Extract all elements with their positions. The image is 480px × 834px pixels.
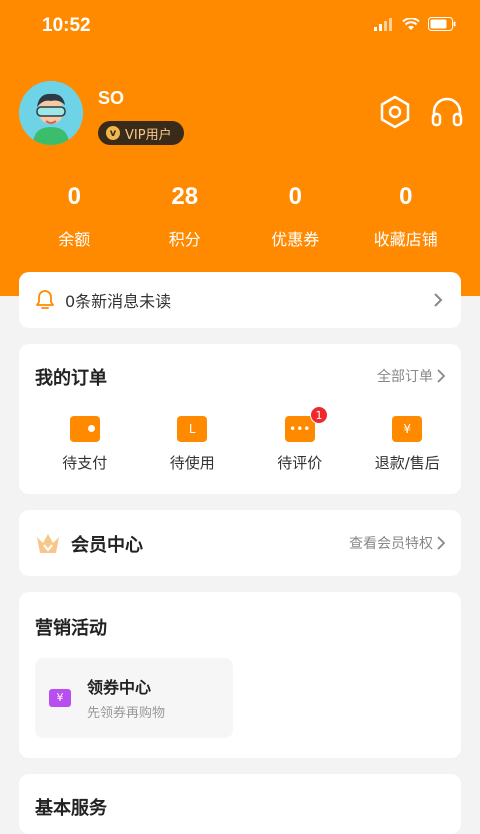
coupon-center-tile[interactable]: ¥ 领券中心 先领券再购物: [35, 658, 233, 738]
status-bar: 10:52: [0, 0, 480, 52]
crown-icon: [37, 534, 59, 553]
chevron-right-icon: [437, 536, 445, 550]
services-title: 基本服务: [35, 798, 107, 819]
vip-label: VIP用户: [125, 127, 172, 143]
status-time: 10:52: [42, 15, 91, 36]
stat-label: 余额: [58, 230, 91, 249]
vip-center-title: 会员中心: [71, 535, 143, 556]
vip-center-card[interactable]: 会员中心 查看会员特权: [19, 510, 461, 576]
order-item-label: 待支付: [62, 454, 108, 472]
order-status-row: 待支付 L 待使用 ••• 1 待评价 ¥ 退款/售后: [19, 406, 462, 473]
stat-label: 优惠券: [271, 230, 320, 249]
refund-icon: ¥: [392, 416, 423, 442]
order-item-label: 待评价: [277, 454, 323, 472]
username[interactable]: SO: [98, 88, 124, 109]
chat-icon: •••: [284, 416, 315, 442]
wallet-icon: [69, 416, 100, 442]
stat-coupons[interactable]: 0 优惠券: [240, 180, 351, 250]
order-pending-use[interactable]: L 待使用: [139, 416, 247, 473]
stat-points[interactable]: 28 积分: [130, 180, 241, 250]
order-refund[interactable]: ¥ 退款/售后: [354, 416, 462, 473]
stat-value: 28: [171, 183, 199, 210]
vip-privileges-label: 查看会员特权: [349, 536, 433, 552]
stat-value: 0: [67, 183, 81, 210]
chevron-right-icon: [434, 293, 443, 307]
message-bar[interactable]: 0条新消息未读: [19, 272, 461, 328]
vip-badge[interactable]: v VIP用户: [98, 121, 184, 145]
stat-label: 收藏店铺: [373, 230, 438, 249]
bell-icon: [36, 290, 54, 309]
wifi-icon: [402, 17, 420, 30]
orders-title: 我的订单: [35, 368, 107, 389]
avatar-icon: [19, 81, 83, 145]
stat-balance[interactable]: 0 余额: [19, 180, 130, 250]
ticket-icon: L: [177, 416, 208, 442]
battery-icon: [428, 17, 456, 31]
orders-card: 我的订单 全部订单 待支付 L 待使用 ••• 1 待评价 ¥ 退款/售后: [19, 344, 461, 494]
stat-value: 0: [399, 183, 413, 210]
avatar[interactable]: [19, 81, 83, 145]
order-pending-review[interactable]: ••• 1 待评价: [246, 406, 354, 473]
vip-icon: v: [106, 126, 120, 140]
all-orders-link[interactable]: 全部订单: [377, 366, 445, 386]
unread-badge: 1: [310, 406, 328, 424]
settings-hexagon-icon[interactable]: [378, 95, 412, 129]
order-item-label: 待使用: [169, 454, 215, 472]
coupon-icon: ¥: [49, 689, 71, 707]
status-icons: [374, 17, 456, 31]
stat-label: 积分: [168, 230, 201, 249]
message-text: 0条新消息未读: [65, 292, 172, 311]
all-orders-label: 全部订单: [377, 369, 433, 385]
coupon-center-subtitle: 先领券再购物: [87, 706, 166, 721]
headset-icon[interactable]: [430, 95, 464, 129]
chevron-right-icon: [437, 369, 445, 383]
coupon-center-title: 领券中心: [87, 678, 152, 697]
order-pending-payment[interactable]: 待支付: [31, 416, 139, 473]
stat-value: 0: [288, 183, 302, 210]
vip-privileges-link[interactable]: 查看会员特权: [349, 533, 445, 553]
signal-icon: [374, 17, 392, 31]
order-item-label: 退款/售后: [374, 454, 440, 472]
marketing-card: 营销活动 ¥ 领券中心 先领券再购物: [19, 592, 461, 758]
stat-favorite-shops[interactable]: 0 收藏店铺: [351, 180, 462, 250]
stats-row: 0 余额 28 积分 0 优惠券 0 收藏店铺: [19, 180, 461, 250]
marketing-title: 营销活动: [35, 618, 107, 639]
services-card: 基本服务: [19, 774, 461, 834]
